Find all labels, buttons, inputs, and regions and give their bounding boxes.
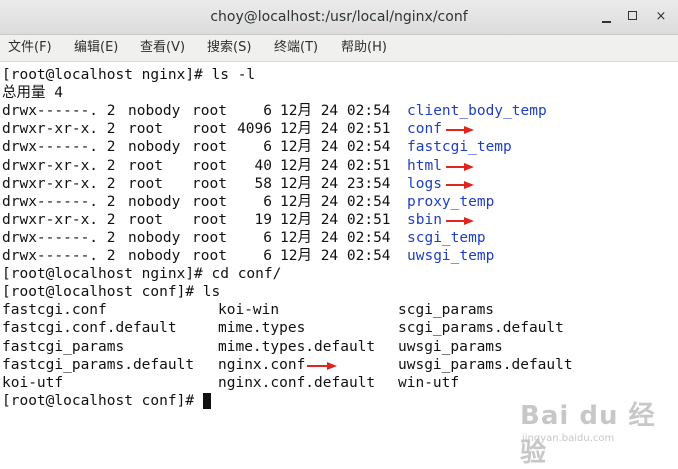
file-name: mime.types.default [218, 338, 376, 355]
permissions: drwxr-xr-x. 2 [2, 157, 116, 174]
file-name: fastcgi.conf [2, 302, 107, 319]
file-size: 6 [263, 139, 272, 156]
modified-date: 12月 24 02:54 [280, 103, 391, 120]
file-name: uwsgi_params [398, 338, 503, 355]
directory-name: conf [407, 121, 442, 138]
file-size: 19 [254, 211, 272, 228]
owner: root [128, 175, 163, 192]
maximize-icon [628, 11, 637, 20]
file-name: scgi_params.default [398, 320, 564, 337]
permissions: drwxr-xr-x. 2 [2, 211, 116, 228]
permissions: drwx------. 2 [2, 248, 116, 264]
red-arrow-icon [445, 126, 474, 135]
file-size: 6 [263, 103, 272, 120]
file-size: 6 [263, 193, 272, 210]
directory-name: sbin [407, 211, 442, 228]
modified-date: 12月 24 23:54 [280, 175, 391, 192]
menu-file[interactable]: 文件(F) [8, 35, 52, 61]
file-name: fastcgi_params.default [2, 356, 195, 373]
directory-name: uwsgi_temp [407, 248, 495, 264]
command-text: [root@localhost nginx]# cd conf/ [2, 266, 282, 283]
group: root [192, 193, 227, 210]
command-text: [root@localhost nginx]# ls -l [2, 67, 256, 83]
directory-name: fastcgi_temp [407, 139, 512, 156]
group: root [192, 157, 227, 174]
modified-date: 12月 24 02:54 [280, 139, 391, 156]
directory-name: client_body_temp [407, 103, 547, 120]
command-text: [root@localhost conf]# ls [2, 284, 221, 301]
file-name: nginx.conf.default [218, 374, 376, 391]
title-bar[interactable]: choy@localhost:/usr/local/nginx/conf × [0, 0, 678, 35]
modified-date: 12月 24 02:54 [280, 193, 391, 210]
directory-name: html [407, 157, 442, 174]
permissions: drwx------. 2 [2, 139, 116, 156]
modified-date: 12月 24 02:54 [280, 248, 391, 264]
owner: nobody [128, 229, 181, 246]
modified-date: 12月 24 02:54 [280, 229, 391, 246]
owner: nobody [128, 103, 181, 120]
group: root [192, 175, 227, 192]
red-arrow-icon [445, 216, 474, 225]
close-button[interactable]: × [652, 8, 670, 26]
group: root [192, 229, 227, 246]
group: root [192, 121, 227, 138]
terminal-window: choy@localhost:/usr/local/nginx/conf × 文… [0, 0, 678, 468]
watermark-url: jingyan.baidu.com [522, 433, 615, 444]
owner: nobody [128, 248, 181, 264]
red-arrow-icon [445, 162, 474, 171]
baidu-watermark: Bai du 经验 jingyan.baidu.com [520, 395, 670, 468]
modified-date: 12月 24 02:51 [280, 211, 391, 228]
file-name: scgi_params [398, 302, 495, 319]
directory-name: proxy_temp [407, 193, 495, 210]
owner: root [128, 157, 163, 174]
owner: root [128, 211, 163, 228]
permissions: drwx------. 2 [2, 229, 116, 246]
modified-date: 12月 24 02:51 [280, 157, 391, 174]
file-size: 40 [254, 157, 272, 174]
group: root [192, 211, 227, 228]
owner: nobody [128, 193, 181, 210]
permissions: drwxr-xr-x. 2 [2, 175, 116, 192]
red-arrow-icon [445, 180, 474, 189]
menu-search[interactable]: 搜索(S) [207, 35, 251, 61]
red-arrow-icon [307, 361, 338, 370]
total-text: 总用量 4 [2, 85, 63, 102]
permissions: drwx------. 2 [2, 193, 116, 210]
file-size: 4096 [237, 121, 272, 138]
watermark-logo-text: Bai du 经验 [520, 401, 656, 468]
file-name: nginx.conf [218, 356, 306, 373]
file-name: win-utf [398, 374, 460, 391]
text-cursor [202, 392, 211, 409]
directory-name: logs [407, 175, 442, 192]
file-size: 6 [263, 229, 272, 246]
close-icon: × [655, 9, 667, 24]
minimize-icon [602, 21, 611, 23]
menu-terminal[interactable]: 终端(T) [274, 35, 318, 61]
file-name: fastcgi_params [2, 338, 125, 355]
minimize-button[interactable] [598, 8, 616, 26]
file-name: mime.types [218, 320, 306, 337]
maximize-button[interactable] [625, 8, 643, 26]
menu-edit[interactable]: 编辑(E) [74, 35, 118, 61]
file-name: koi-utf [2, 374, 64, 391]
owner: root [128, 121, 163, 138]
prompt-text: [root@localhost conf]# [2, 392, 203, 409]
permissions: drwxr-xr-x. 2 [2, 121, 116, 138]
group: root [192, 248, 227, 264]
file-size: 6 [263, 248, 272, 264]
file-name: koi-win [218, 302, 280, 319]
menu-help[interactable]: 帮助(H) [341, 35, 387, 61]
window-title: choy@localhost:/usr/local/nginx/conf [210, 9, 468, 25]
owner: nobody [128, 139, 181, 156]
file-name: uwsgi_params.default [398, 356, 573, 373]
file-size: 58 [254, 175, 272, 192]
modified-date: 12月 24 02:51 [280, 121, 391, 138]
file-name: fastcgi.conf.default [2, 320, 177, 337]
directory-name: scgi_temp [407, 229, 486, 246]
permissions: drwx------. 2 [2, 103, 116, 120]
group: root [192, 103, 227, 120]
menu-bar: 文件(F) 编辑(E) 查看(V) 搜索(S) 终端(T) 帮助(H) [0, 35, 678, 62]
group: root [192, 139, 227, 156]
menu-view[interactable]: 查看(V) [140, 35, 185, 61]
